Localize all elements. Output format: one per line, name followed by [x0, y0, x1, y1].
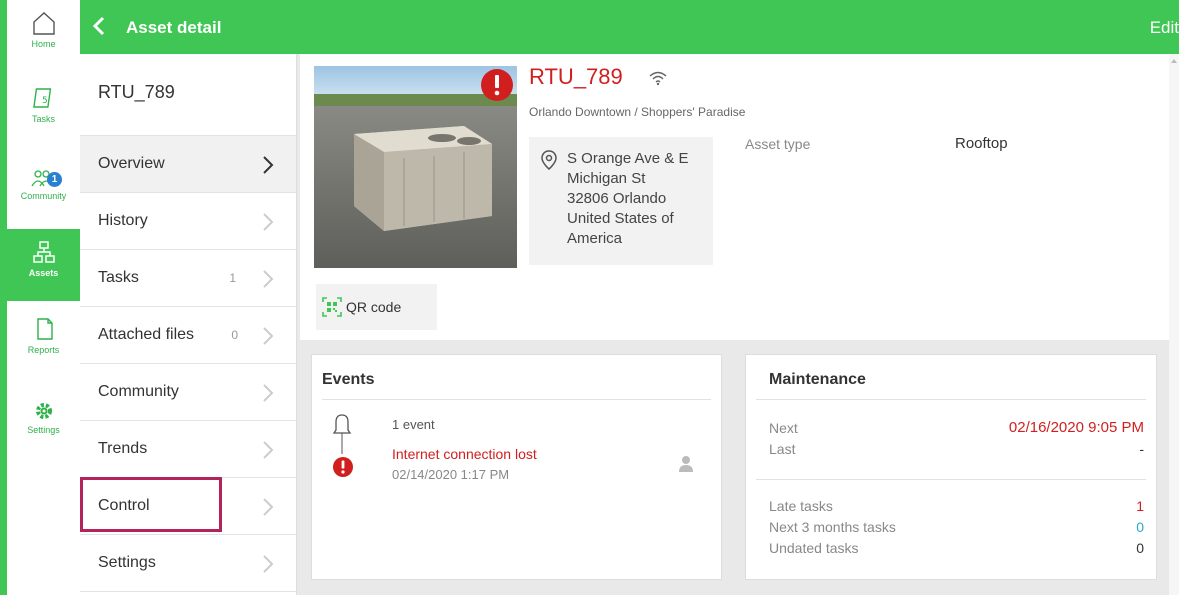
event-count: 1 event: [392, 417, 435, 432]
nav-reports[interactable]: Reports: [7, 306, 80, 378]
address-line: 32806 Orlando: [567, 190, 667, 207]
nav-tasks-label: Tasks: [31, 114, 55, 124]
nav-reports-label: Reports: [27, 345, 60, 355]
chevron-right-icon: [263, 441, 274, 459]
event-timestamp: 02/14/2020 1:17 PM: [392, 467, 510, 482]
submenu-item-label: Tasks: [98, 269, 139, 286]
late-tasks-value[interactable]: 1: [1136, 498, 1144, 514]
wifi-icon: [649, 71, 667, 86]
alert-icon: [333, 457, 353, 477]
submenu-item-label: Settings: [98, 554, 156, 571]
submenu-overview[interactable]: Overview: [80, 136, 296, 193]
chevron-right-icon: [263, 555, 274, 573]
last-label: Last: [769, 441, 796, 457]
scroll-up-arrow-icon[interactable]: [1169, 56, 1179, 66]
bell-icon: [332, 414, 352, 454]
nav-settings-label: Settings: [27, 425, 60, 435]
app-header: Asset detail Edit: [80, 0, 1179, 54]
submenu-files-count: 0: [231, 328, 238, 342]
page-title: Asset detail: [126, 18, 222, 37]
divider: [756, 479, 1146, 480]
divider: [756, 399, 1146, 400]
submenu-item-label: Trends: [98, 440, 148, 457]
qr-code-icon: [322, 297, 342, 317]
submenu-item-label: Attached files: [98, 326, 195, 343]
next-label: Next: [769, 420, 798, 436]
nav-tasks[interactable]: 5 Tasks: [7, 75, 80, 147]
nav-settings[interactable]: Settings: [7, 390, 80, 462]
qr-code-label: QR code: [346, 299, 402, 315]
qr-code-button[interactable]: QR code: [316, 284, 437, 330]
submenu-tasks[interactable]: Tasks 1: [80, 250, 296, 307]
address-line: S Orange Ave & E: [567, 150, 689, 167]
back-arrow-icon[interactable]: [88, 13, 110, 39]
nav-home-label: Home: [31, 39, 56, 49]
asset-summary-card: RTU_789 Orlando Downtown / Shoppers' Par…: [300, 54, 1169, 340]
next3-value[interactable]: 0: [1136, 519, 1144, 535]
assets-icon: [32, 241, 55, 263]
maintenance-card: Maintenance Next 02/16/2020 9:05 PM Last…: [745, 354, 1157, 580]
late-tasks-label: Late tasks: [769, 498, 833, 514]
address-line: America: [567, 230, 623, 247]
address-box: S Orange Ave & E Michigan St 32806 Orlan…: [529, 137, 713, 265]
reports-icon: [36, 318, 53, 340]
control-highlight-box: [80, 477, 222, 532]
undated-value[interactable]: 0: [1136, 540, 1144, 556]
chevron-right-icon: [263, 213, 274, 231]
tasks-icon: 5: [32, 88, 51, 108]
home-icon: [32, 12, 55, 35]
next3-label: Next 3 months tasks: [769, 519, 896, 535]
asset-name: RTU_789: [529, 64, 623, 89]
nav-community[interactable]: 1 Community: [7, 152, 80, 224]
edit-button[interactable]: Edit: [1150, 18, 1179, 38]
left-nav-rail: Home 5 Tasks 1 Community Assets Reports …: [0, 0, 80, 595]
location-pin-icon: [541, 150, 557, 170]
asset-type-label: Asset type: [745, 136, 811, 152]
event-message[interactable]: Internet connection lost: [392, 446, 537, 462]
last-value: -: [1139, 441, 1144, 457]
submenu-tasks-count: 1: [229, 271, 236, 285]
chevron-right-icon: [263, 270, 274, 288]
nav-assets[interactable]: Assets: [7, 229, 80, 301]
alert-icon: [481, 69, 513, 101]
submenu-settings[interactable]: Settings: [80, 535, 296, 592]
asset-location: Orlando Downtown / Shoppers' Paradise: [529, 105, 746, 119]
events-title: Events: [322, 371, 375, 388]
svg-text:5: 5: [42, 96, 48, 106]
submenu-attached-files[interactable]: Attached files 0: [80, 307, 296, 364]
submenu-community[interactable]: Community: [80, 364, 296, 421]
chevron-right-icon: [263, 498, 274, 516]
next-value: 02/16/2020 9:05 PM: [1008, 419, 1144, 436]
address-line: United States of: [567, 210, 674, 227]
submenu-item-label: Community: [98, 383, 179, 400]
submenu-asset-id: RTU_789: [80, 54, 296, 136]
submenu-trends[interactable]: Trends: [80, 421, 296, 478]
chevron-right-icon: [263, 156, 274, 174]
submenu-item-label: Overview: [98, 155, 165, 172]
submenu-history[interactable]: History: [80, 193, 296, 250]
person-icon: [679, 456, 693, 472]
address-line: Michigan St: [567, 170, 646, 187]
chevron-right-icon: [263, 384, 274, 402]
nav-community-label: Community: [20, 191, 67, 201]
submenu-item-label: History: [98, 212, 148, 229]
community-badge: 1: [47, 172, 62, 187]
divider: [322, 399, 711, 400]
scrollbar[interactable]: [1169, 54, 1179, 595]
asset-type-value: Rooftop: [955, 135, 1008, 152]
nav-home[interactable]: Home: [7, 0, 80, 72]
settings-icon: [35, 403, 52, 419]
nav-assets-label: Assets: [28, 268, 59, 278]
chevron-right-icon: [263, 327, 274, 345]
maintenance-title: Maintenance: [769, 371, 866, 388]
events-card: Events 1 event Internet connection lost …: [311, 354, 722, 580]
undated-label: Undated tasks: [769, 540, 859, 556]
